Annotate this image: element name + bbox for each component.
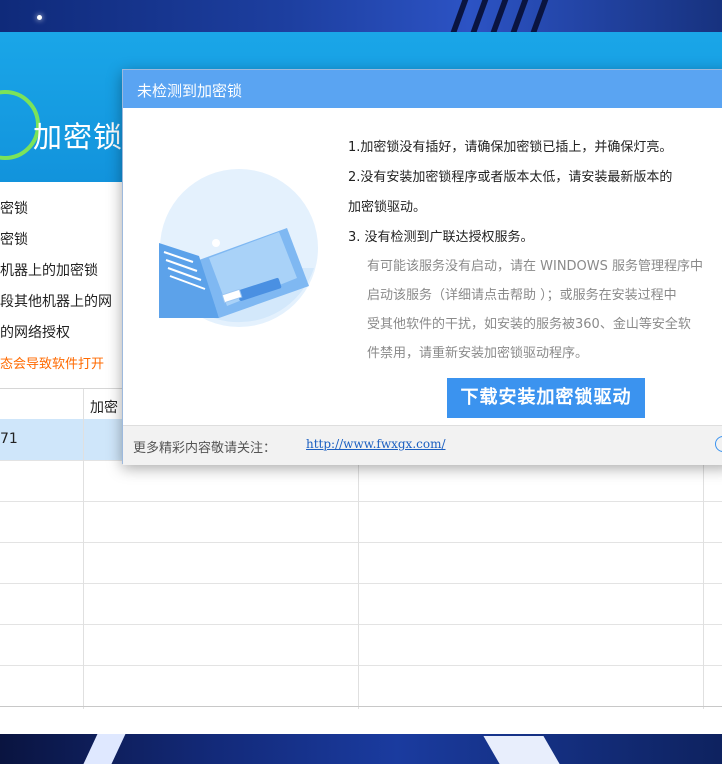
app-bottom-border xyxy=(0,706,722,707)
app-title: 加密锁 xyxy=(33,120,124,154)
detail-line: 有可能该服务没有启动，请在 WINDOWS 服务管理程序中 xyxy=(367,259,704,274)
dongle-not-detected-dialog: 未检测到加密锁 1.加密锁没有插好，请确保加密锁已插上，并确保灯亮。 2.没有安… xyxy=(122,69,722,465)
column-divider xyxy=(83,389,84,709)
table-row[interactable] xyxy=(0,542,722,584)
dialog-titlebar[interactable]: 未检测到加密锁 xyxy=(123,70,722,108)
footer-text: 更多精彩内容敬请关注： xyxy=(133,441,277,456)
wallpaper-shape xyxy=(80,734,128,764)
message-line: 加密锁驱动。 xyxy=(348,200,427,215)
detail-line: 受其他软件的干扰，如安装的服务被360、金山等安全软 xyxy=(367,317,691,332)
message-line: 2.没有安装加密锁程序或者版本太低，请安装最新版本的 xyxy=(348,170,673,185)
detail-line: 件禁用，请重新安装加密锁驱动程序。 xyxy=(367,346,589,361)
wallpaper-streak xyxy=(527,0,549,32)
download-driver-button[interactable]: 下载安装加密锁驱动 xyxy=(447,378,645,418)
laptop-usb-illustration-icon xyxy=(159,169,318,327)
dialog-footer: 更多精彩内容敬请关注： http://www.fwxgx.com/ xyxy=(123,425,722,465)
wallpaper-streak xyxy=(487,0,509,32)
star-glint xyxy=(37,15,42,20)
table-row[interactable] xyxy=(0,665,722,707)
wallpaper-shape xyxy=(483,736,567,764)
wallpaper-streak xyxy=(467,0,489,32)
message-line: 1.加密锁没有插好，请确保加密锁已插上，并确保灯亮。 xyxy=(348,140,673,155)
table-cell: 71 xyxy=(0,431,18,447)
desktop-wallpaper-bottom xyxy=(0,734,722,764)
dialog-title: 未检测到加密锁 xyxy=(137,82,243,100)
message-line: 3. 没有检测到广联达授权服务。 xyxy=(348,230,534,245)
desktop-wallpaper-top xyxy=(0,0,722,32)
help-icon[interactable] xyxy=(715,436,722,452)
website-link[interactable]: http://www.fwxgx.com/ xyxy=(306,437,446,451)
table-row[interactable] xyxy=(0,501,722,543)
wallpaper-streak xyxy=(507,0,529,32)
wallpaper-streak xyxy=(447,0,469,32)
detail-line: 启动该服务（详细请点击帮助 ）；或服务在安装过程中 xyxy=(367,288,677,303)
table-row[interactable] xyxy=(0,624,722,666)
table-row[interactable] xyxy=(0,583,722,625)
table-row[interactable] xyxy=(0,460,722,502)
